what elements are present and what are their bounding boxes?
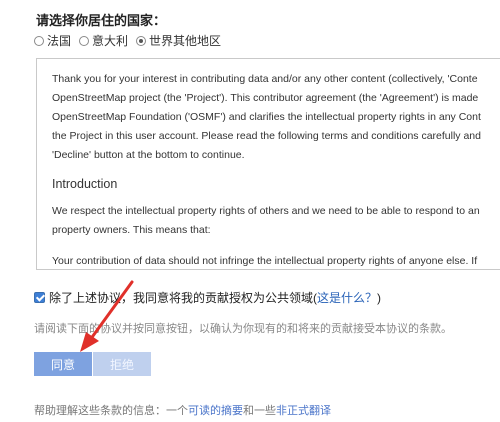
readable-summary-link[interactable]: 可读的摘要 — [188, 405, 243, 417]
terms-heading-introduction: Introduction — [52, 177, 118, 191]
terms-line: Thank you for your interest in contribut… — [52, 73, 478, 85]
terms-line: property owners. This means that: — [52, 224, 211, 236]
terms-line: Your contribution of data should not inf… — [52, 255, 478, 267]
terms-line: We respect the intellectual property rig… — [52, 205, 480, 217]
radio-label-france: 法国 — [47, 34, 72, 48]
terms-scroll-box[interactable]: Thank you for your interest in contribut… — [36, 58, 500, 270]
public-domain-label[interactable]: 除了上述协议，我同意将我的贡献授权为公共领域 — [49, 289, 313, 306]
footer-prefix: 帮助理解这些条款的信息：一个 — [34, 405, 188, 417]
radio-france[interactable]: 法国 — [34, 32, 71, 49]
terms-line: OpenStreetMap Foundation ('OSMF') and cl… — [52, 111, 481, 123]
footer-help: 帮助理解这些条款的信息：一个可读的摘要和一些非正式翻译 — [34, 402, 331, 418]
terms-content: Thank you for your interest in contribut… — [52, 70, 500, 269]
radio-label-italy: 意大利 — [92, 34, 129, 48]
decline-button[interactable]: 拒绝 — [93, 352, 151, 376]
public-domain-paren-close: ) — [377, 290, 382, 305]
footer-middle: 和一些 — [243, 405, 276, 417]
radio-circle-italy[interactable] — [79, 35, 90, 46]
terms-line: 'Decline' button at the bottom to contin… — [52, 149, 245, 161]
agree-button[interactable]: 同意 — [34, 352, 92, 376]
radio-rest-of-world[interactable]: 世界其他地区 — [136, 32, 221, 49]
radio-circle-france[interactable] — [34, 35, 44, 46]
radio-label-rest-of-world: 世界其他地区 — [149, 34, 222, 48]
public-domain-row: 除了上述协议，我同意将我的贡献授权为公共领域 ( 这是什么？ ) — [34, 289, 381, 306]
what-is-this-link[interactable]: 这是什么？ — [317, 289, 377, 306]
radio-circle-rest-of-world[interactable] — [136, 35, 147, 46]
instruction-hint: 请阅读下面的协议并按同意按钮，以确认为你现有的和将来的贡献接受本协议的条款。 — [34, 323, 452, 335]
informal-translations-link[interactable]: 非正式翻译 — [276, 405, 331, 417]
terms-line: OpenStreetMap project (the 'Project'). T… — [52, 92, 479, 104]
radio-italy[interactable]: 意大利 — [79, 32, 128, 49]
public-domain-checkbox[interactable] — [34, 292, 45, 303]
terms-line: the Project in this user account. Please… — [52, 130, 481, 142]
country-radio-group: 法国 意大利 世界其他地区 — [34, 32, 229, 49]
country-question: 请选择你居住的国家： — [36, 13, 167, 28]
